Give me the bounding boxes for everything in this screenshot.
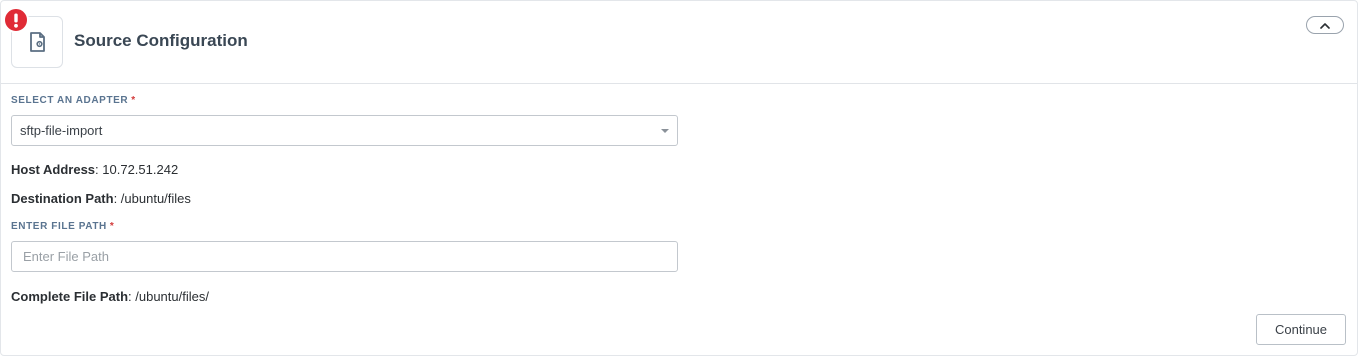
file-path-label-text: ENTER FILE PATH (11, 221, 107, 232)
adapter-select[interactable]: sftp-file-import (11, 115, 678, 146)
continue-button[interactable]: Continue (1256, 314, 1346, 345)
file-path-label: ENTER FILE PATH * (11, 221, 114, 232)
destination-path-label: Destination Path (11, 191, 114, 206)
adapter-select-value: sftp-file-import (20, 123, 103, 138)
file-settings-icon (30, 32, 45, 52)
complete-file-path-value: : /ubuntu/files/ (128, 289, 209, 304)
file-path-input[interactable] (11, 241, 678, 272)
complete-file-path-row: Complete File Path: /ubuntu/files/ (11, 289, 209, 304)
host-address-value: : 10.72.51.242 (95, 162, 179, 177)
collapse-button[interactable] (1306, 16, 1344, 34)
chevron-up-icon (1320, 22, 1330, 29)
adapter-label-text: SELECT AN ADAPTER (11, 95, 129, 106)
adapter-label: SELECT AN ADAPTER * (11, 95, 136, 106)
destination-path-row: Destination Path: /ubuntu/files (11, 191, 191, 206)
card-header: Source Configuration (1, 1, 1357, 84)
source-configuration-card: Source Configuration SELECT AN ADAPTER * … (0, 0, 1358, 356)
required-mark: * (109, 221, 115, 232)
destination-path-value: : /ubuntu/files (113, 191, 191, 206)
required-mark: * (131, 95, 136, 106)
complete-file-path-label: Complete File Path (11, 289, 129, 304)
exclamation-icon (3, 7, 29, 33)
chevron-down-icon (661, 129, 669, 133)
host-address-row: Host Address: 10.72.51.242 (11, 162, 178, 177)
page-title: Source Configuration (74, 31, 248, 50)
host-address-label: Host Address (11, 162, 96, 177)
